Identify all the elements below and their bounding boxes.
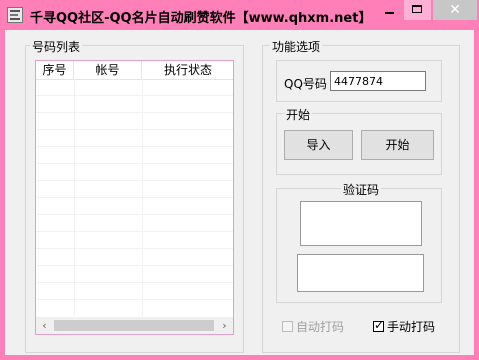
captcha-label: 验证码 (341, 181, 382, 198)
list-row[interactable] (36, 266, 233, 283)
list-row[interactable] (36, 215, 233, 232)
checkmark-icon: ✓ (374, 318, 385, 332)
manual-captcha-checkbox[interactable]: ✓ 手动打码 (373, 318, 436, 334)
list-row[interactable] (36, 113, 233, 130)
list-row[interactable] (36, 283, 233, 300)
qq-number-label: QQ号码 (284, 77, 327, 91)
auto-captcha-checkbox[interactable]: 自动打码 (282, 318, 345, 334)
minimize-button[interactable] (376, 0, 403, 20)
list-row[interactable] (36, 181, 233, 198)
list-header: 序号 帐号 执行状态 (36, 61, 233, 80)
manual-captcha-label: 手动打码 (387, 320, 436, 334)
captcha-image (300, 201, 422, 246)
list-row[interactable] (36, 232, 233, 249)
qq-number-input[interactable] (330, 71, 426, 91)
account-list[interactable]: 序号 帐号 执行状态 ‹ › (35, 60, 234, 335)
column-header-status[interactable]: 执行状态 (142, 61, 234, 79)
start-button[interactable]: 开始 (361, 130, 434, 160)
column-header-index[interactable]: 序号 (36, 61, 74, 79)
captcha-input[interactable] (297, 254, 424, 292)
maximize-button[interactable] (404, 0, 431, 20)
close-icon: ✕ (449, 2, 461, 18)
auto-captcha-box[interactable] (282, 321, 293, 332)
list-row[interactable] (36, 164, 233, 181)
close-button[interactable]: ✕ (433, 0, 477, 20)
maximize-icon (412, 5, 422, 13)
list-row[interactable] (36, 79, 233, 96)
list-row[interactable] (36, 147, 233, 164)
scrollbar-thumb[interactable] (54, 320, 214, 331)
scroll-right-arrow-icon[interactable]: › (216, 317, 233, 334)
import-button[interactable]: 导入 (284, 130, 353, 160)
window-title: 千寻QQ社区-QQ名片自动刷赞软件【www.qhxm.net】 (30, 11, 372, 26)
list-row[interactable] (36, 130, 233, 147)
scroll-left-arrow-icon[interactable]: ‹ (36, 317, 53, 334)
minimize-icon (385, 12, 394, 14)
list-row[interactable] (36, 249, 233, 266)
list-row[interactable] (36, 198, 233, 215)
column-header-account[interactable]: 帐号 (74, 61, 142, 79)
horizontal-scrollbar[interactable]: ‹ › (36, 317, 233, 334)
title-bar[interactable]: 千寻QQ社区-QQ名片自动刷赞软件【www.qhxm.net】 ✕ (0, 0, 479, 30)
app-icon[interactable] (7, 7, 23, 23)
options-label: 功能选项 (270, 38, 323, 55)
manual-captcha-box[interactable]: ✓ (373, 318, 385, 332)
start-group-label: 开始 (284, 106, 313, 123)
number-list-label: 号码列表 (30, 38, 83, 55)
list-row[interactable] (36, 96, 233, 113)
auto-captcha-label: 自动打码 (296, 320, 345, 334)
